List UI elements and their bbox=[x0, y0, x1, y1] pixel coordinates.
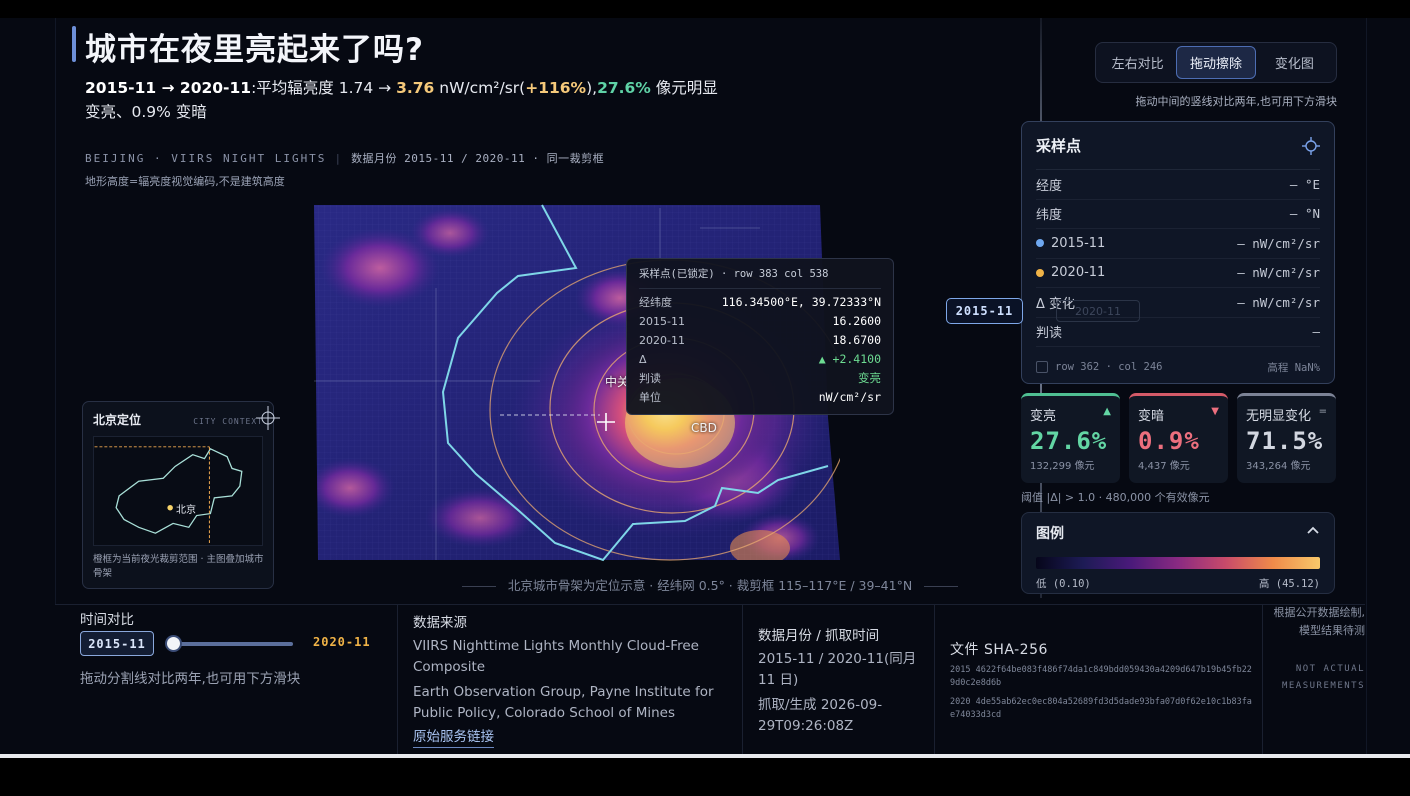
locator-city-label: 北京 bbox=[176, 505, 196, 516]
stat-card-unchanged: 无明显变化 = 71.5% 343,264 像元 bbox=[1237, 393, 1336, 483]
stat-unchanged-value: 71.5% bbox=[1246, 427, 1324, 455]
time-from-chip[interactable]: 2015-11 bbox=[80, 631, 154, 656]
encoding-note: 地形高度=辐亮度视觉编码,不是建筑高度 bbox=[85, 175, 285, 188]
sample-point-card: 采样点 经度 – °E 纬度 – °N 2015-11– nW/cm²/sr 202… bbox=[1021, 121, 1335, 384]
disclaimer-en: NOT ACTUAL MEASUREMENTS bbox=[1281, 664, 1365, 691]
summary-bright-pct: 27.6% bbox=[597, 79, 651, 97]
stat-card-brighter: 变亮 ▲ 27.6% 132,299 像元 bbox=[1021, 393, 1120, 483]
legend-title: 图例 bbox=[1036, 526, 1064, 542]
summary-avg-new: 3.76 bbox=[396, 79, 435, 97]
tooltip-row-2020: 2020-11 18.6700 bbox=[639, 333, 881, 347]
summary-unit: nW/cm²/sr( bbox=[434, 79, 526, 97]
stat-unchanged-count: 343,264 像元 bbox=[1246, 461, 1311, 472]
stat-brighter-count: 132,299 像元 bbox=[1030, 461, 1095, 472]
source-dataset: VIIRS Nighttime Lights Monthly Cloud-Fre… bbox=[413, 638, 699, 675]
threshold-note: 阈值 |Δ| > 1.0 · 480,000 个有效像元 bbox=[1021, 491, 1210, 504]
time-hint: 拖动分割线对比两年,也可用下方滑块 bbox=[80, 671, 301, 687]
sample-row-lat: 纬度 – °N bbox=[1036, 200, 1320, 229]
disclaimer-cn: 根据公开数据绘制,模型结果待测 bbox=[1273, 606, 1366, 637]
mode-swipe-button[interactable]: 拖动擦除 bbox=[1176, 46, 1256, 79]
sample-row-2015: 2015-11– nW/cm²/sr bbox=[1036, 229, 1320, 259]
meta-city: BEIJING · VIIRS NIGHT LIGHTS bbox=[85, 152, 327, 165]
legend-panel: 图例 低 (0.10) 高 (45.12) bbox=[1021, 512, 1335, 594]
sample-title: 采样点 bbox=[1036, 137, 1082, 155]
sha-2015: 2015 4622f64be083f486f74da1c849bdd059430… bbox=[950, 665, 1252, 688]
locator-note: 橙框为当前夜光裁剪范围 · 主图叠加城市骨架 bbox=[93, 554, 264, 579]
bottom-rule bbox=[0, 754, 1410, 758]
tooltip-row-lonlat: 经纬度 116.34500°E, 39.72333°N bbox=[639, 295, 881, 309]
sample-row-col: row 362 · col 246 bbox=[1055, 361, 1163, 373]
tooltip-row-unit: 单位 nW/cm²/sr bbox=[639, 390, 881, 404]
summary-period: 2015-11 → 2020-11 bbox=[85, 79, 252, 97]
time-compare-title: 时间对比 bbox=[80, 612, 134, 628]
time-slider-thumb[interactable] bbox=[164, 635, 182, 652]
up-arrow-icon: ▲ bbox=[1103, 406, 1111, 417]
column-divider bbox=[742, 604, 743, 754]
tooltip-row-judgement: 判读 变亮 bbox=[639, 371, 881, 385]
meta-line: BEIJING · VIIRS NIGHT LIGHTS | 数据月份 2015-1… bbox=[85, 152, 605, 165]
tooltip-header: 采样点(已锁定) · row 383 col 538 bbox=[639, 266, 881, 289]
stat-card-darker: 变暗 ▼ 0.9% 4,437 像元 bbox=[1129, 393, 1228, 483]
mode-hint: 拖动中间的竖线对比两年,也可用下方滑块 bbox=[1135, 95, 1338, 108]
equals-icon: = bbox=[1318, 406, 1327, 417]
year-2015-dot bbox=[1036, 239, 1044, 248]
locate-icon[interactable] bbox=[1302, 136, 1320, 155]
view-mode-toggle: 左右对比 拖动擦除 变化图 bbox=[1095, 42, 1337, 83]
crosshair-icon bbox=[597, 413, 615, 431]
sample-row-lon: 经度 – °E bbox=[1036, 170, 1320, 200]
year-chip-2020-ghost: 2020-11 bbox=[1056, 300, 1140, 322]
meta-dates: 数据月份 2015-11 / 2020-11 · 同一裁剪框 bbox=[351, 152, 605, 165]
dates-title: 数据月份 / 抓取时间 bbox=[758, 628, 880, 644]
stat-darker-count: 4,437 像元 bbox=[1138, 461, 1190, 472]
stat-darker-value: 0.9% bbox=[1138, 427, 1200, 455]
title-accent-bar bbox=[72, 26, 76, 62]
column-divider bbox=[934, 604, 935, 754]
locator-subtitle: CITY CONTEXT bbox=[193, 417, 263, 426]
legend-color-ramp bbox=[1036, 557, 1320, 569]
source-organization: Earth Observation Group, Payne Institute… bbox=[413, 684, 714, 721]
column-divider bbox=[1262, 604, 1263, 754]
legend-high-label: 高 (45.12) bbox=[1258, 578, 1320, 590]
summary-pct-change: +116% bbox=[525, 79, 587, 97]
chevron-up-icon[interactable] bbox=[1306, 525, 1320, 535]
sample-tooltip: 采样点(已锁定) · row 383 col 538 经纬度 116.34500°… bbox=[626, 258, 894, 415]
legend-low-label: 低 (0.10) bbox=[1036, 578, 1091, 590]
source-title: 数据来源 bbox=[413, 615, 467, 631]
down-arrow-icon: ▼ bbox=[1211, 406, 1219, 417]
summary-avg-old: :平均辐亮度 1.74 → bbox=[251, 79, 397, 97]
dates-fetched: 抓取/生成 2026-09-29T09:26:08Z bbox=[758, 697, 883, 734]
summary-close: ), bbox=[586, 79, 598, 97]
locator-minimap[interactable] bbox=[93, 436, 263, 546]
dates-months: 2015-11 / 2020-11(同月 11 日) bbox=[758, 651, 917, 688]
sha-2020: 2020 4de55ab62ec0ec804a52689fd3d5dade93b… bbox=[950, 697, 1252, 720]
sample-row-2020: 2020-11– nW/cm²/sr bbox=[1036, 259, 1320, 288]
lock-checkbox[interactable] bbox=[1036, 361, 1048, 373]
locator-panel: 北京定位 CITY CONTEXT 北京 橙框为当前夜光裁剪范围 · 主图叠加城… bbox=[82, 401, 274, 589]
year-2020-dot bbox=[1036, 268, 1044, 277]
stat-brighter-value: 27.6% bbox=[1030, 427, 1108, 455]
mode-change-map-button[interactable]: 变化图 bbox=[1256, 46, 1333, 79]
tooltip-row-delta: Δ ▲ +2.4100 bbox=[639, 352, 881, 366]
sha-title: 文件 SHA-256 bbox=[950, 642, 1048, 658]
year-chip-2015[interactable]: 2015-11 bbox=[946, 298, 1023, 324]
column-divider bbox=[397, 604, 398, 754]
mode-side-by-side-button[interactable]: 左右对比 bbox=[1099, 46, 1176, 79]
summary-text: 2015-11 → 2020-11:平均辐亮度 1.74 → 3.76 nW/c… bbox=[85, 76, 725, 124]
tooltip-row-2015: 2015-11 16.2600 bbox=[639, 314, 881, 328]
time-slider-track[interactable] bbox=[172, 642, 293, 646]
target-icon bbox=[256, 406, 280, 430]
time-to-label: 2020-11 bbox=[313, 635, 371, 649]
map-label-cbd: CBD bbox=[691, 421, 717, 435]
map-caption: 北京城市骨架为定位示意 · 经纬网 0.5° · 裁剪框 115–117°E /… bbox=[420, 575, 1000, 594]
page-title: 城市在夜里亮起来了吗? bbox=[85, 32, 424, 68]
source-link[interactable]: 原始服务链接 bbox=[413, 728, 494, 748]
sample-elevation: 高程 NaN% bbox=[1267, 361, 1320, 374]
